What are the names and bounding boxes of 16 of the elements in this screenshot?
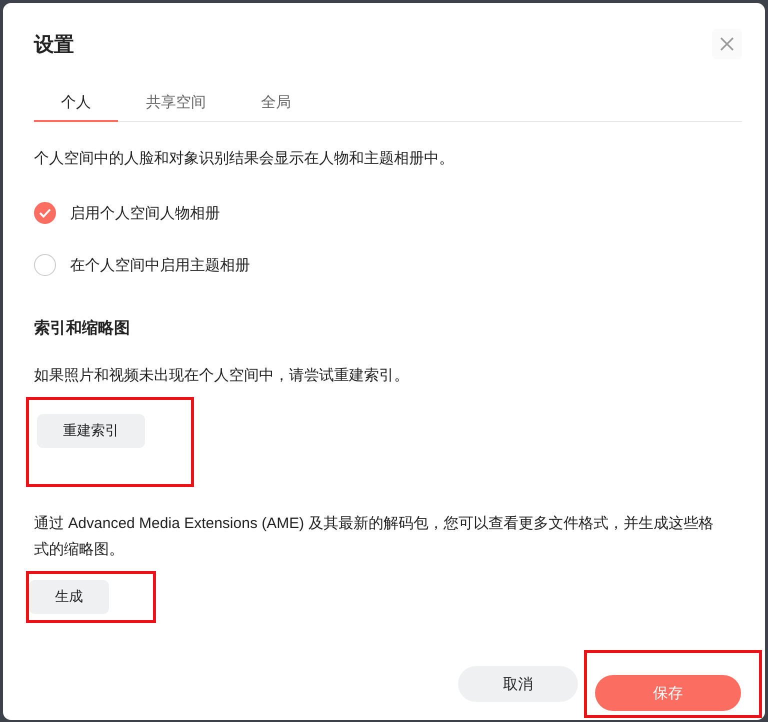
section-heading: 索引和缩略图 <box>34 318 131 339</box>
check-circle[interactable] <box>34 254 56 276</box>
option-label: 在个人空间中启用主题相册 <box>70 256 250 274</box>
tab[interactable]: 全局 <box>234 87 318 122</box>
action-button[interactable]: 重建索引 <box>37 414 145 448</box>
tab[interactable]: 个人 <box>34 87 118 122</box>
cancel-button[interactable]: 取消 <box>458 666 578 702</box>
check-circle[interactable] <box>34 202 56 224</box>
info-text: 如果照片和视频未出现在个人空间中，请尝试重建索引。 <box>34 366 410 386</box>
tab[interactable]: 共享空间 <box>134 87 218 122</box>
option-label: 启用个人空间人物相册 <box>70 204 220 222</box>
dialog-title: 设置 <box>34 32 74 58</box>
action-button[interactable]: 生成 <box>29 580 109 614</box>
description-text: 个人空间中的人脸和对象识别结果会显示在人物和主题相册中。 <box>34 149 455 169</box>
close-icon[interactable] <box>712 29 742 59</box>
info-text: 通过 Advanced Media Extensions (AME) 及其最新的解码包，您可以查看更多文件格式，并生成这些格式的缩略图。 <box>34 514 714 560</box>
